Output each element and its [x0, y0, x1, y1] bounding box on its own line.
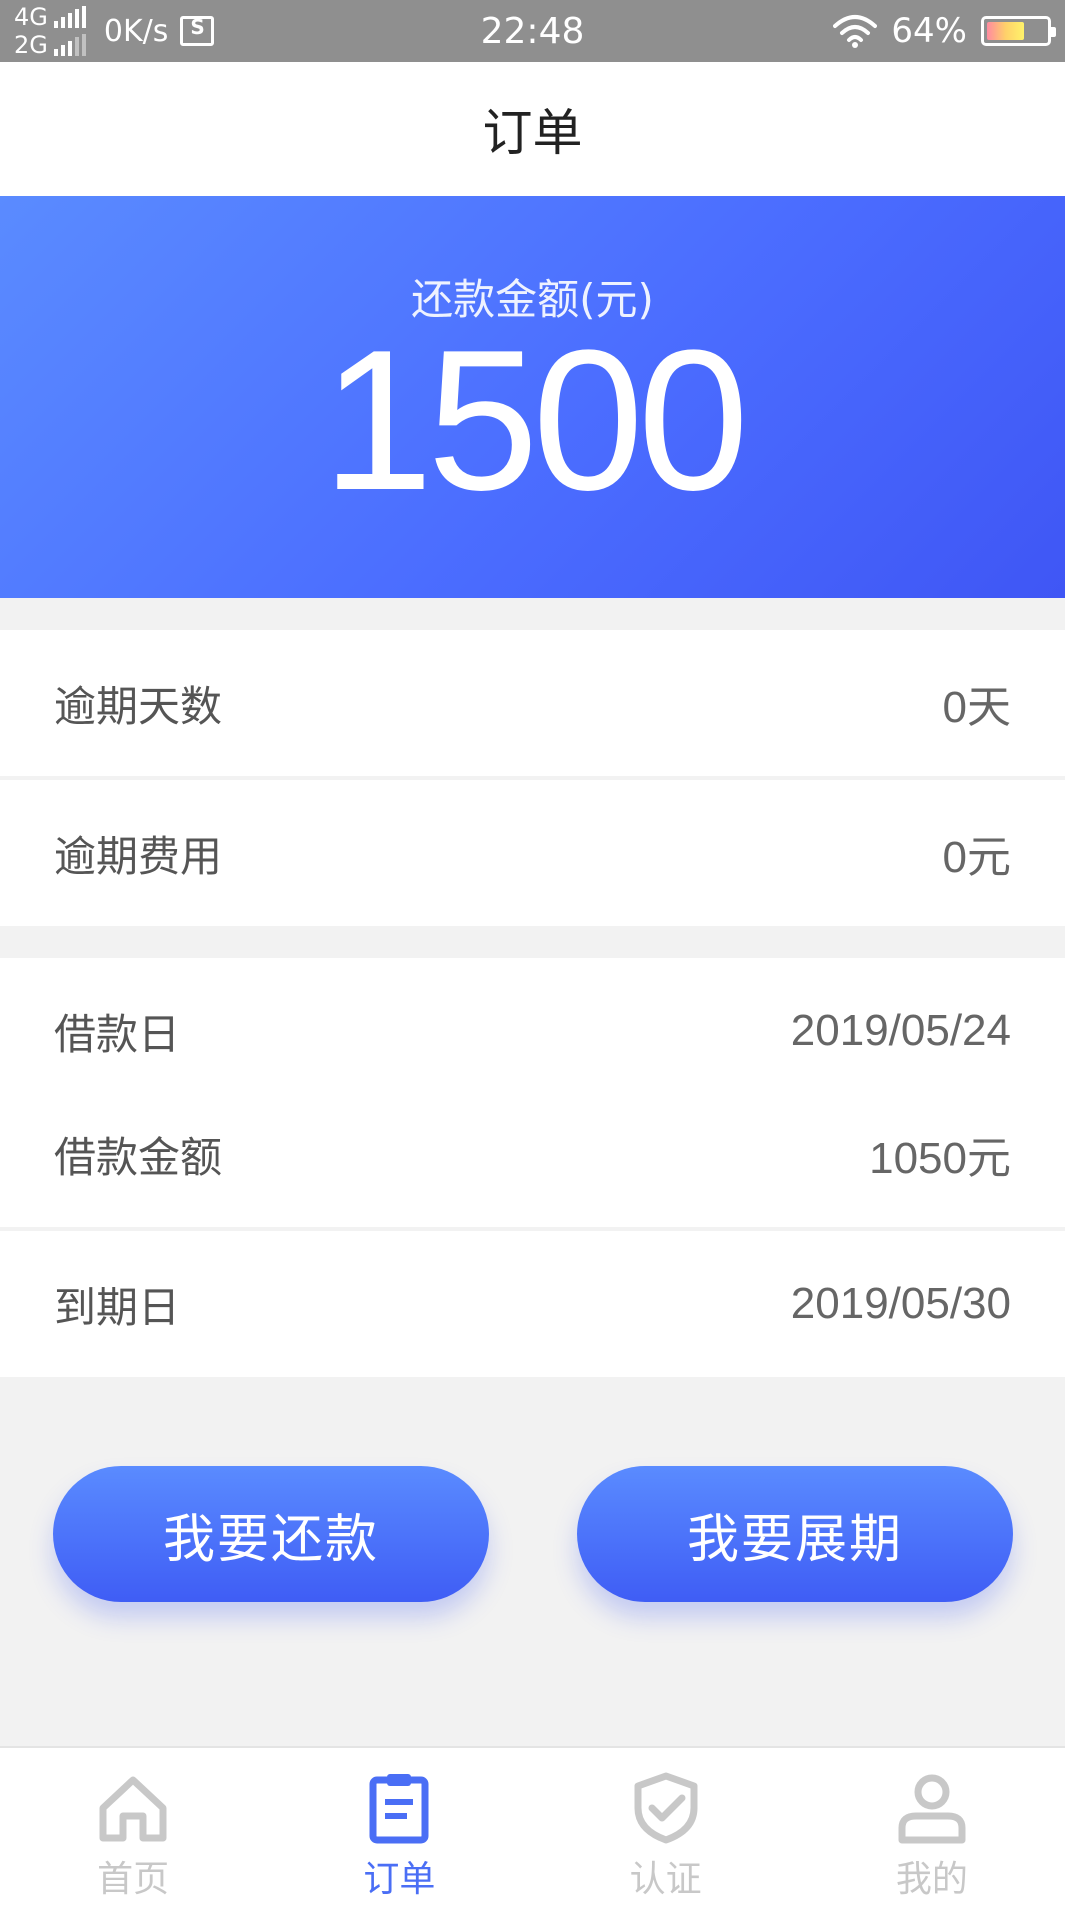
repayment-summary: 还款金额(元) 1500 — [0, 196, 1065, 598]
home-icon — [99, 1776, 167, 1842]
overdue-days-row: 逾期天数 0天 — [0, 630, 1065, 776]
row-value: 2019/05/24 — [790, 1006, 1011, 1055]
loan-amount-row: 借款金额 1050元 — [0, 1081, 1065, 1227]
row-label: 逾期天数 — [54, 681, 223, 731]
signal-icon — [53, 6, 86, 28]
battery-icon — [981, 16, 1056, 46]
status-right: 64% — [833, 0, 1056, 62]
network-type-secondary: 2G — [14, 31, 48, 59]
repay-button[interactable]: 我要还款 — [53, 1466, 489, 1602]
tab-bar: 首页 订单 认证 我的 — [0, 1746, 1065, 1913]
repayment-amount-value: 1500 — [322, 309, 749, 532]
battery-percent: 64% — [891, 11, 967, 51]
row-value: 2019/05/30 — [790, 1279, 1011, 1328]
row-value: 1050元 — [869, 1134, 1011, 1183]
shield-check-icon — [634, 1772, 698, 1844]
wifi-icon — [833, 15, 878, 48]
row-label: 到期日 — [54, 1282, 181, 1332]
user-icon — [898, 1774, 966, 1844]
tab-label: 首页 — [97, 1859, 170, 1900]
battery-level — [987, 22, 1025, 40]
screenshot-icon — [180, 15, 215, 46]
status-left: 4G 2G 0K/s — [0, 0, 215, 62]
row-label: 借款金额 — [54, 1132, 223, 1182]
overdue-fee-row: 逾期费用 0元 — [0, 780, 1065, 926]
tab-orders[interactable]: 订单 — [266, 1748, 532, 1913]
signal-icon — [53, 34, 86, 56]
tab-home[interactable]: 首页 — [0, 1748, 266, 1913]
tab-label: 订单 — [363, 1859, 436, 1900]
status-bar: 4G 2G 0K/s 22:48 64% — [0, 0, 1065, 62]
row-value: 0天 — [942, 683, 1011, 732]
tab-label: 我的 — [895, 1859, 968, 1900]
network-indicator: 4G 2G — [14, 3, 86, 59]
tab-mine[interactable]: 我的 — [799, 1748, 1065, 1913]
order-icon — [369, 1774, 429, 1844]
extend-button[interactable]: 我要展期 — [577, 1466, 1013, 1602]
page-title: 订单 — [482, 104, 583, 162]
row-label: 借款日 — [54, 1009, 181, 1059]
tab-label: 认证 — [629, 1859, 702, 1900]
tab-verify[interactable]: 认证 — [533, 1748, 799, 1913]
title-bar: 订单 — [0, 62, 1065, 196]
network-type-primary: 4G — [14, 3, 48, 31]
network-speed: 0K/s — [103, 13, 169, 49]
row-label: 逾期费用 — [54, 831, 223, 881]
screen: 4G 2G 0K/s 22:48 64% — [0, 0, 1065, 1913]
row-value: 0元 — [942, 833, 1011, 882]
due-date-row: 到期日 2019/05/30 — [0, 1231, 1065, 1377]
